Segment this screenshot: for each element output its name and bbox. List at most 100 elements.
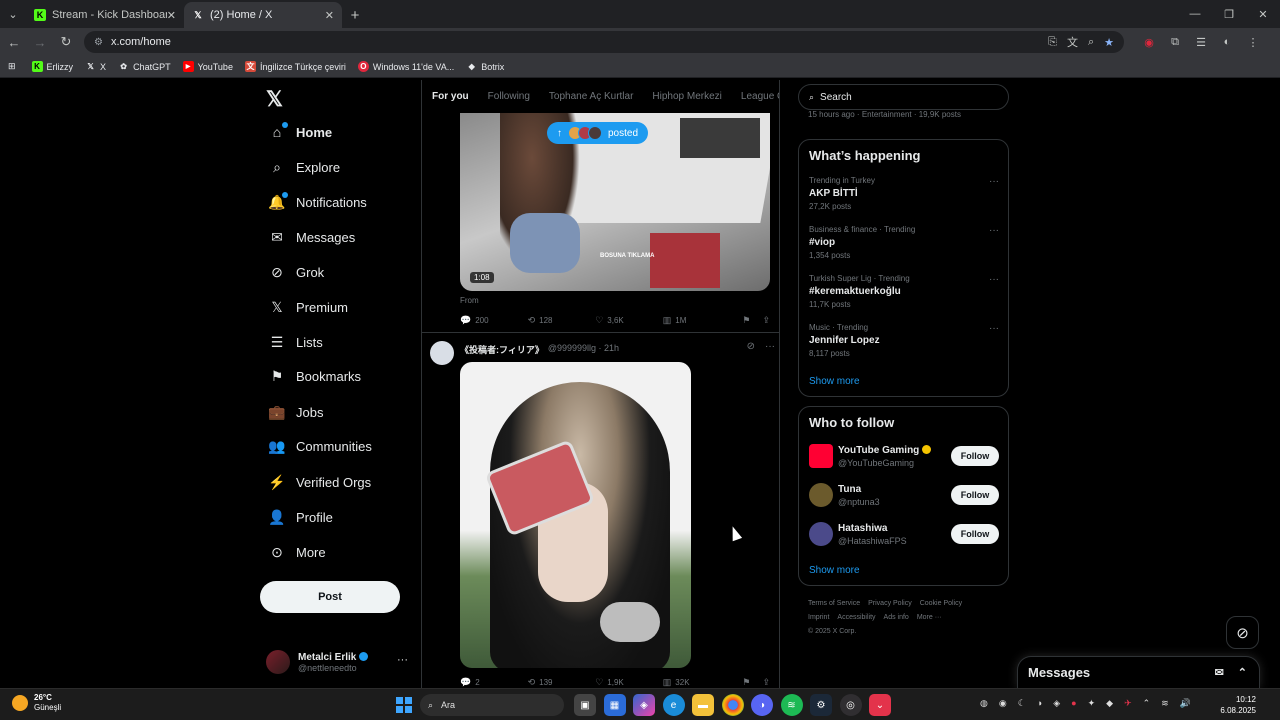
- chrome-icon[interactable]: [721, 694, 744, 716]
- nav-item-notifications[interactable]: 🔔 Notifications: [268, 190, 367, 214]
- extension-icon[interactable]: ◉: [1136, 36, 1162, 49]
- bookmark-youtube[interactable]: ▶ YouTube: [182, 61, 233, 72]
- system-clock[interactable]: 10:12 6.08.2025: [1220, 694, 1256, 716]
- bookmark-erlizzy[interactable]: K Erlizzy: [31, 61, 73, 72]
- profile-avatar-icon[interactable]: ◐: [1214, 36, 1240, 48]
- grok-floating-button[interactable]: ⊘: [1226, 616, 1259, 649]
- footer-link[interactable]: Cookie Policy: [920, 600, 962, 607]
- follow-button[interactable]: Follow: [951, 485, 999, 505]
- nav-item-explore[interactable]: ⌕ Explore: [268, 155, 340, 179]
- discord-icon[interactable]: ◑: [751, 694, 773, 716]
- messages-drawer[interactable]: Messages ✉ ⌃: [1017, 656, 1260, 688]
- bookmark-x[interactable]: 𝕏X: [85, 61, 106, 72]
- task-view-icon[interactable]: ▣: [574, 694, 596, 716]
- nav-item-jobs[interactable]: 💼 Jobs: [268, 400, 323, 424]
- tab-kick-dashboard[interactable]: K Stream - Kick Dashboard ✕: [26, 2, 184, 28]
- install-icon[interactable]: ⎘: [1048, 36, 1057, 49]
- footer-link[interactable]: Privacy Policy: [868, 600, 912, 607]
- obs-icon[interactable]: ◎: [839, 694, 862, 716]
- expand-icon[interactable]: ⌃: [1238, 666, 1247, 679]
- reading-list-icon[interactable]: ☰: [1188, 36, 1214, 49]
- search-input[interactable]: ⌕ Search: [798, 84, 1009, 110]
- views-button[interactable]: ▥ 32K: [663, 677, 731, 688]
- tray-app-icon[interactable]: ◉: [999, 698, 1007, 709]
- zoom-icon[interactable]: ⌕: [1088, 36, 1094, 49]
- wifi-icon[interactable]: ≋: [1161, 698, 1169, 709]
- share-icon[interactable]: ⇪: [762, 677, 770, 688]
- folder-icon[interactable]: ▬: [692, 694, 714, 716]
- nav-item-grok[interactable]: ⊘ Grok: [268, 260, 324, 284]
- more-dots-icon[interactable]: ···: [989, 176, 999, 187]
- taskbar-search[interactable]: ⌕ Ara: [420, 694, 564, 716]
- footer-link[interactable]: Accessibility: [837, 614, 875, 621]
- tray-app-icon[interactable]: ◍: [980, 698, 988, 709]
- trend-item[interactable]: Music · Trending Jennifer Lopez 8,117 post…: [809, 323, 999, 358]
- windows-start-icon[interactable]: [396, 697, 412, 713]
- tray-app-icon[interactable]: ☾: [1018, 698, 1026, 709]
- tab-league[interactable]: League Of Le: [741, 91, 779, 102]
- more-dots-icon[interactable]: ···: [765, 341, 775, 352]
- new-posts-pill[interactable]: ↑ posted: [547, 122, 649, 144]
- nav-item-lists[interactable]: ☰ Lists: [268, 330, 323, 354]
- follow-button[interactable]: Follow: [951, 446, 999, 466]
- footer-link[interactable]: Terms of Service: [808, 600, 860, 607]
- more-dots-icon[interactable]: ···: [989, 225, 999, 236]
- repost-button[interactable]: ⟲ 128: [528, 315, 596, 326]
- nav-item-premium[interactable]: 𝕏 Premium: [268, 295, 348, 319]
- trend-item[interactable]: Trending in Turkey AKP BİTTİ 27,2K posts ··…: [809, 176, 999, 211]
- trend-item[interactable]: Business & finance · Trending #viop 1,354 …: [809, 225, 999, 260]
- maximize-icon[interactable]: ❐: [1212, 0, 1246, 28]
- nav-item-communities[interactable]: 👥 Communities: [268, 434, 372, 458]
- x-logo-icon[interactable]: 𝕏: [266, 87, 283, 112]
- like-button[interactable]: ♡ 3,6K: [595, 315, 663, 326]
- puzzle-icon[interactable]: ⧉: [1162, 36, 1188, 49]
- star-icon[interactable]: ★: [1104, 36, 1114, 49]
- footer-link[interactable]: Ads info: [884, 614, 909, 621]
- views-button[interactable]: ▥ 1M: [663, 315, 731, 326]
- tab-for-you[interactable]: For you: [432, 91, 469, 102]
- reply-button[interactable]: 💬 2: [460, 677, 528, 688]
- share-icon[interactable]: ⇪: [762, 315, 770, 326]
- avatar[interactable]: [809, 522, 833, 546]
- tab-following[interactable]: Following: [488, 91, 530, 102]
- more-dots-icon[interactable]: ···: [989, 323, 999, 334]
- nav-item-home[interactable]: ⌂ Home: [268, 120, 332, 144]
- minimize-icon[interactable]: —: [1178, 0, 1212, 28]
- edge-icon[interactable]: e: [662, 694, 685, 716]
- new-message-icon[interactable]: ✉: [1215, 666, 1224, 679]
- footer-link[interactable]: More ···: [917, 614, 942, 621]
- tray-app-icon[interactable]: ✦: [1088, 698, 1096, 709]
- volume-icon[interactable]: 🔊: [1180, 698, 1191, 709]
- bookmark-botrix[interactable]: ◆ Botrix: [466, 61, 505, 72]
- close-window-icon[interactable]: ✕: [1246, 0, 1280, 28]
- tray-discord-icon[interactable]: ◑: [1037, 698, 1042, 709]
- avatar[interactable]: [809, 444, 833, 468]
- site-info-icon[interactable]: ⚙: [94, 37, 103, 48]
- footer-link[interactable]: Imprint: [808, 614, 829, 621]
- trend-item[interactable]: Turkish Super Lig · Trending #keremaktuer…: [809, 274, 999, 309]
- chevron-up-icon[interactable]: ⌃: [1143, 698, 1151, 709]
- show-more-link[interactable]: Show more: [809, 565, 860, 576]
- url-input[interactable]: ⚙ x.com/home ⎘ 文 ⌕ ★: [84, 31, 1124, 53]
- tray-app-icon[interactable]: ✈: [1124, 698, 1132, 709]
- bookmark-translate[interactable]: 文 İngilizce Türkçe çeviri: [244, 61, 346, 72]
- follow-suggestion[interactable]: Hatashiwa @HatashiwaFPS Follow: [809, 521, 999, 547]
- nav-item-profile[interactable]: 👤 Profile: [268, 505, 333, 529]
- tab-search-icon[interactable]: ⌄: [0, 0, 26, 28]
- post-button[interactable]: Post: [260, 581, 400, 613]
- back-icon[interactable]: ←: [2, 30, 26, 54]
- close-icon[interactable]: ✕: [325, 9, 334, 22]
- kebab-menu-icon[interactable]: ⋮: [1240, 36, 1266, 49]
- avatar[interactable]: [430, 341, 454, 365]
- weather-widget[interactable]: 26°C Güneşli: [12, 693, 61, 713]
- reload-icon[interactable]: ↻: [54, 30, 78, 54]
- nav-item-more[interactable]: ⊙ More: [268, 540, 326, 564]
- follow-suggestion[interactable]: Tuna @nptuna3 Follow: [809, 482, 999, 508]
- nav-item-messages[interactable]: ✉ Messages: [268, 225, 355, 249]
- apps-icon[interactable]: ⊞: [8, 61, 16, 72]
- follow-suggestion[interactable]: YouTube Gaming @YouTubeGaming Follow: [809, 443, 999, 469]
- bookmark-icon[interactable]: ⚑: [742, 677, 750, 688]
- spotify-icon[interactable]: ≋: [780, 694, 803, 716]
- close-icon[interactable]: ✕: [167, 9, 176, 22]
- footer-link[interactable]: © 2025 X Corp.: [808, 628, 856, 635]
